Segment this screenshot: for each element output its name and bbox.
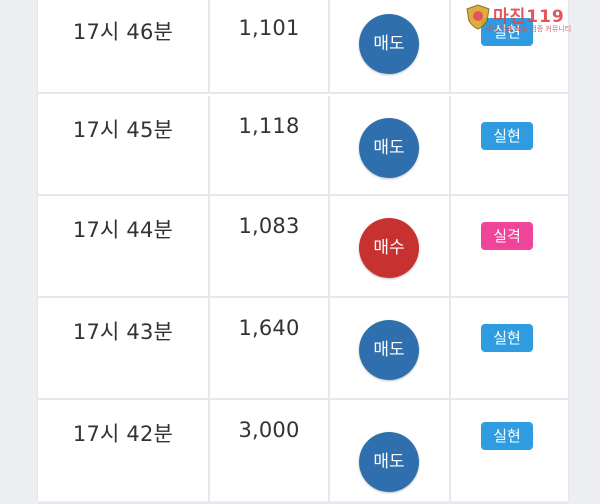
sell-action-button[interactable]: 매도 xyxy=(359,320,419,380)
qty-cell: 1,640 xyxy=(210,298,330,398)
time-cell: 17시 45분 xyxy=(38,96,210,194)
time-cell: 17시 43분 xyxy=(38,298,210,398)
time-cell: 17시 44분 xyxy=(38,196,210,296)
sell-action-button[interactable]: 매도 xyxy=(359,14,419,74)
buy-action-button[interactable]: 매수 xyxy=(359,218,419,278)
trade-time: 17시 42분 xyxy=(72,422,174,446)
sell-action-button[interactable]: 매도 xyxy=(359,432,419,492)
result-cell: 실현 xyxy=(451,400,568,502)
trade-time: 17시 46분 xyxy=(72,20,174,44)
trade-list: 17시 46분 1,101 매도 실현 17시 45분 1,118 매도 실현 17시 44분 1… xyxy=(37,0,569,504)
action-cell: 매도 xyxy=(330,400,451,502)
time-cell: 17시 46분 xyxy=(38,0,210,92)
qty-cell: 1,101 xyxy=(210,0,330,92)
trade-quantity: 3,000 xyxy=(238,418,300,442)
qty-cell: 3,000 xyxy=(210,400,330,502)
watermark-tagline: 국내 대표 토토 검증 커뮤니티 xyxy=(485,25,572,33)
qty-cell: 1,083 xyxy=(210,196,330,296)
watermark-logo: 마진119 국내 대표 토토 검증 커뮤니티 xyxy=(465,2,597,36)
table-row: 17시 43분 1,640 매도 실현 xyxy=(38,298,568,400)
result-badge[interactable]: 실현 xyxy=(481,324,533,352)
qty-cell: 1,118 xyxy=(210,96,330,194)
trade-time: 17시 44분 xyxy=(72,218,174,242)
result-badge[interactable]: 실현 xyxy=(481,122,533,150)
action-cell: 매도 xyxy=(330,0,451,92)
time-cell: 17시 42분 xyxy=(38,400,210,502)
action-cell: 매도 xyxy=(330,298,451,398)
result-cell: 실격 xyxy=(451,196,568,296)
trade-quantity: 1,118 xyxy=(238,114,300,138)
action-cell: 매도 xyxy=(330,96,451,194)
table-row: 17시 44분 1,083 매수 실격 xyxy=(38,196,568,298)
result-cell: 실현 xyxy=(451,298,568,398)
trade-time: 17시 45분 xyxy=(72,118,174,142)
sell-action-button[interactable]: 매도 xyxy=(359,118,419,178)
result-cell: 실현 xyxy=(451,96,568,194)
trade-quantity: 1,101 xyxy=(238,16,300,40)
action-cell: 매수 xyxy=(330,196,451,296)
table-row: 17시 42분 3,000 매도 실현 xyxy=(38,400,568,504)
trade-quantity: 1,083 xyxy=(238,214,300,238)
result-badge[interactable]: 실현 xyxy=(481,422,533,450)
trade-time: 17시 43분 xyxy=(72,320,174,344)
table-row: 17시 45분 1,118 매도 실현 xyxy=(38,96,568,196)
trade-quantity: 1,640 xyxy=(238,316,300,340)
result-badge[interactable]: 실격 xyxy=(481,222,533,250)
